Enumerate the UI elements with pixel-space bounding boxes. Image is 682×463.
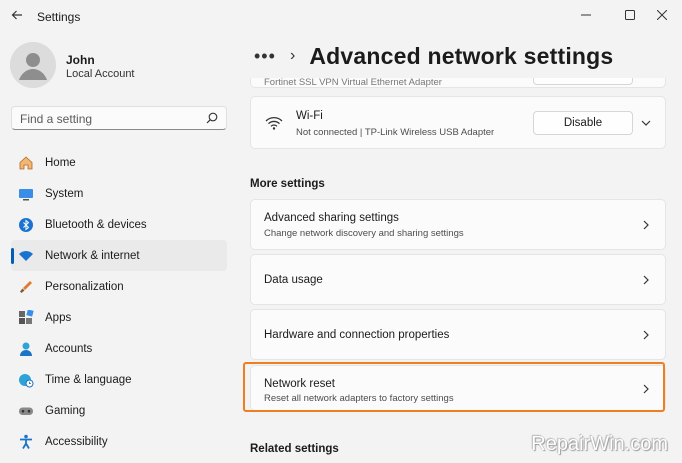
setting-subtitle: Reset all network adapters to factory se… — [264, 393, 454, 404]
sidebar-item-label: Apps — [45, 311, 72, 324]
maximize-icon — [625, 10, 635, 20]
adapter-title: Wi-Fi — [296, 110, 323, 122]
disable-button[interactable]: Disable — [533, 111, 633, 135]
system-icon — [17, 185, 35, 203]
sidebar-item-accounts[interactable]: Accounts — [11, 333, 227, 364]
accounts-icon — [17, 340, 35, 358]
breadcrumb: ••• › Advanced network settings — [254, 40, 613, 72]
chevron-down-icon[interactable] — [641, 118, 651, 128]
wifi-icon — [265, 116, 283, 130]
setting-title: Network reset — [264, 378, 335, 390]
sidebar-item-personalization[interactable]: Personalization — [11, 271, 227, 302]
gamepad-icon — [17, 402, 35, 420]
bluetooth-icon — [17, 216, 35, 234]
search-box[interactable]: Find a setting — [11, 106, 227, 130]
sidebar-item-time-language[interactable]: Time & language — [11, 364, 227, 395]
account-type: Local Account — [66, 68, 135, 80]
chevron-right-icon — [643, 220, 649, 230]
sidebar-item-label: Network & internet — [45, 249, 140, 262]
breadcrumb-more-button[interactable]: ••• — [254, 46, 282, 67]
sidebar-item-gaming[interactable]: Gaming — [11, 395, 227, 426]
setting-network-reset[interactable]: Network reset Reset all network adapters… — [250, 365, 666, 411]
section-more-settings: More settings — [250, 178, 325, 190]
sidebar-item-accessibility[interactable]: Accessibility — [11, 426, 227, 457]
search-input[interactable]: Find a setting — [20, 112, 92, 126]
sidebar-item-label: Home — [45, 156, 76, 169]
close-button[interactable] — [642, 0, 682, 30]
globe-clock-icon — [17, 371, 35, 389]
wifi-icon — [17, 247, 35, 265]
sidebar-nav: Home System Bluetooth & devices Network … — [11, 147, 227, 457]
user-profile[interactable]: John Local Account — [10, 42, 230, 90]
disable-button-partial[interactable] — [533, 78, 633, 85]
breadcrumb-separator: › — [290, 47, 296, 64]
chevron-right-icon — [643, 275, 649, 285]
setting-subtitle: Change network discovery and sharing set… — [264, 228, 464, 239]
sidebar-item-label: Time & language — [45, 373, 132, 386]
sidebar-item-system[interactable]: System — [11, 178, 227, 209]
sidebar-item-apps[interactable]: Apps — [11, 302, 227, 333]
close-icon — [657, 10, 667, 20]
setting-title: Advanced sharing settings — [264, 212, 399, 224]
minimize-button[interactable] — [566, 0, 606, 30]
accessibility-icon — [17, 433, 35, 451]
sidebar-item-label: Bluetooth & devices — [45, 218, 147, 231]
search-icon[interactable] — [206, 112, 218, 124]
avatar — [10, 42, 56, 88]
sidebar-item-label: System — [45, 187, 84, 200]
user-icon — [10, 42, 56, 88]
main-content: Fortinet SSL VPN Virtual Ethernet Adapte… — [250, 78, 666, 463]
brush-icon — [17, 278, 35, 296]
setting-data-usage[interactable]: Data usage — [250, 254, 666, 305]
sidebar-item-network[interactable]: Network & internet — [11, 240, 227, 271]
sidebar-item-bluetooth[interactable]: Bluetooth & devices — [11, 209, 227, 240]
setting-title: Hardware and connection properties — [264, 329, 450, 341]
section-related-settings: Related settings — [250, 443, 339, 455]
adapter-subtitle: Not connected | TP-Link Wireless USB Ada… — [296, 127, 495, 138]
setting-hardware-properties[interactable]: Hardware and connection properties — [250, 309, 666, 360]
watermark: RepairWin.com — [531, 433, 668, 455]
sidebar-item-label: Personalization — [45, 280, 124, 293]
setting-advanced-sharing[interactable]: Advanced sharing settings Change network… — [250, 199, 666, 250]
adapter-card-vpn[interactable]: Fortinet SSL VPN Virtual Ethernet Adapte… — [250, 78, 666, 88]
sidebar-item-home[interactable]: Home — [11, 147, 227, 178]
back-arrow-icon — [11, 10, 22, 20]
chevron-right-icon — [643, 384, 649, 394]
page-title: Advanced network settings — [309, 42, 614, 69]
sidebar-item-label: Accessibility — [45, 435, 108, 448]
app-title: Settings — [37, 10, 81, 24]
sidebar-item-label: Accounts — [45, 342, 93, 355]
title-bar: Settings — [0, 0, 682, 32]
chevron-right-icon — [643, 330, 649, 340]
adapter-card-wifi[interactable]: Wi-Fi Not connected | TP-Link Wireless U… — [250, 96, 666, 149]
adapter-subtitle: Fortinet SSL VPN Virtual Ethernet Adapte… — [264, 78, 442, 88]
home-icon — [17, 154, 35, 172]
setting-title: Data usage — [264, 274, 323, 286]
user-name: John — [66, 53, 95, 67]
apps-icon — [17, 309, 35, 327]
back-button[interactable] — [6, 4, 28, 26]
minimize-icon — [581, 14, 591, 16]
sidebar-item-label: Gaming — [45, 404, 86, 417]
